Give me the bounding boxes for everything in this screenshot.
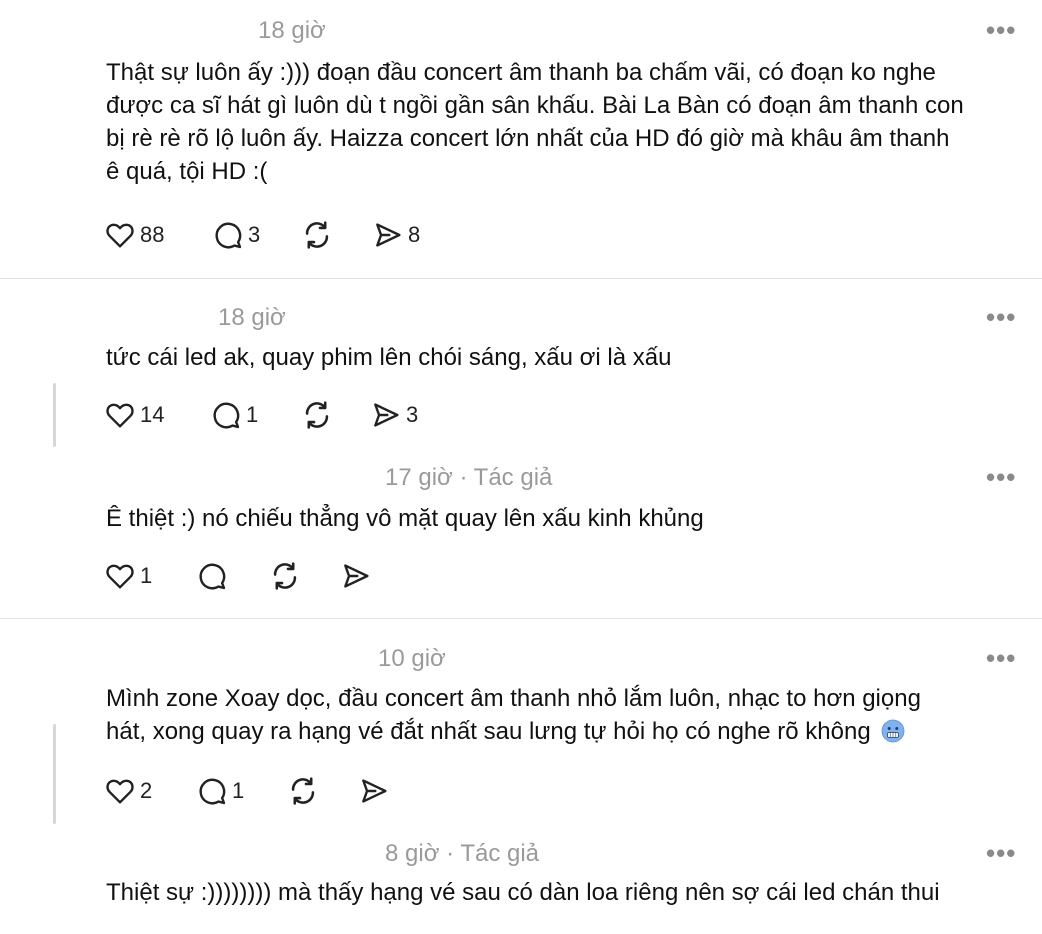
- repost-icon: [300, 218, 334, 252]
- share-button[interactable]: [358, 773, 390, 809]
- share-button[interactable]: 3: [370, 397, 418, 433]
- comment-text-segment: hát, xong quay ra hạng vé đắt nhất sau l…: [106, 718, 871, 745]
- repost-button[interactable]: [286, 773, 320, 809]
- comment-timestamp: 8 giờ · Tác giả: [385, 840, 540, 867]
- share-icon: [340, 560, 372, 592]
- comment-text-line: ê quá, tội HD :(: [106, 158, 268, 185]
- reply-count: 1: [246, 402, 259, 427]
- share-icon: [358, 775, 390, 807]
- reply-button[interactable]: 3: [212, 217, 260, 253]
- comment: 18 giờ ••• tức cái led ak, quay phim lên…: [0, 279, 1042, 449]
- comment: 8 giờ · Tác giả ••• Thiệt sự :)))))))) m…: [0, 830, 1042, 934]
- share-button[interactable]: [340, 558, 372, 594]
- more-options-button[interactable]: •••: [986, 17, 1016, 43]
- reply-button[interactable]: 1: [210, 397, 258, 433]
- like-button[interactable]: 1: [104, 558, 152, 594]
- heart-icon: [104, 219, 136, 251]
- like-count: 1: [140, 563, 153, 588]
- heart-icon: [104, 399, 136, 431]
- comment-text: Thật sự luôn ấy :))) đoạn đầu concert âm…: [106, 56, 964, 188]
- comment-icon: [210, 399, 242, 431]
- comment-text: Thiệt sự :)))))))) mà thấy hạng vé sau c…: [106, 876, 940, 909]
- comment-text: Ê thiệt :) nó chiếu thẳng vô mặt quay lê…: [106, 502, 704, 535]
- share-count: 8: [408, 222, 421, 247]
- comment-icon: [212, 219, 244, 251]
- reply-button[interactable]: 1: [196, 773, 244, 809]
- heart-icon: [104, 560, 136, 592]
- repost-button[interactable]: [268, 558, 302, 594]
- comment-icon: [196, 560, 228, 592]
- comment: 17 giờ · Tác giả ••• Ê thiệt :) nó chiếu…: [0, 450, 1042, 618]
- repost-button[interactable]: [300, 217, 334, 253]
- more-options-button[interactable]: •••: [986, 840, 1016, 866]
- action-bar: 1: [104, 558, 504, 594]
- comment: 10 giờ ••• Mình zone Xoay dọc, đầu conce…: [0, 619, 1042, 829]
- repost-button[interactable]: [300, 397, 334, 433]
- more-options-button[interactable]: •••: [986, 464, 1016, 490]
- comment-text-line: tức cái led ak, quay phim lên chói sáng,…: [106, 344, 672, 371]
- comment-text-line: Thiệt sự :)))))))) mà thấy hạng vé sau c…: [106, 879, 940, 906]
- comment-text-line: Ê thiệt :) nó chiếu thẳng vô mặt quay lê…: [106, 505, 704, 532]
- comment-text: Mình zone Xoay dọc, đầu concert âm thanh…: [106, 682, 921, 752]
- comment-text-line: hát, xong quay ra hạng vé đắt nhất sau l…: [106, 715, 921, 752]
- comment-timestamp: 18 giờ: [218, 304, 286, 331]
- like-button[interactable]: 14: [104, 397, 164, 433]
- comment-timestamp: 18 giờ: [258, 17, 326, 44]
- comment-text-line: Mình zone Xoay dọc, đầu concert âm thanh…: [106, 685, 921, 712]
- repost-icon: [286, 774, 320, 808]
- like-count: 2: [140, 778, 153, 803]
- comment-text-line: Thật sự luôn ấy :))) đoạn đầu concert âm…: [106, 59, 936, 86]
- comment-timestamp: 17 giờ · Tác giả: [385, 464, 553, 491]
- comment: 18 giờ ••• Thật sự luôn ấy :))) đoạn đầu…: [0, 0, 1042, 278]
- more-options-button[interactable]: •••: [986, 645, 1016, 671]
- action-bar: 2 1: [104, 773, 504, 809]
- share-button[interactable]: 8: [372, 217, 420, 253]
- more-options-button[interactable]: •••: [986, 304, 1016, 330]
- reply-count: 1: [232, 778, 245, 803]
- reply-button[interactable]: [196, 558, 228, 594]
- repost-icon: [300, 398, 334, 432]
- like-count: 14: [140, 402, 165, 427]
- comment-text-line: được ca sĩ hát gì luôn dù t ngồi gần sân…: [106, 92, 964, 119]
- cold-face-emoji: [881, 719, 905, 752]
- comment-text-line: bị rè rè rõ lộ luôn ấy. Haizza concert l…: [106, 125, 950, 152]
- share-icon: [370, 399, 402, 431]
- like-count: 88: [140, 222, 165, 247]
- comment-icon: [196, 775, 228, 807]
- like-button[interactable]: 88: [104, 217, 164, 253]
- like-button[interactable]: 2: [104, 773, 152, 809]
- reply-count: 3: [248, 222, 261, 247]
- heart-icon: [104, 775, 136, 807]
- comment-text: tức cái led ak, quay phim lên chói sáng,…: [106, 341, 671, 374]
- repost-icon: [268, 559, 302, 593]
- action-bar: 88 3 8: [104, 217, 504, 253]
- comment-timestamp: 10 giờ: [378, 645, 446, 672]
- share-count: 3: [406, 402, 419, 427]
- action-bar: 14 1 3: [104, 397, 504, 433]
- share-icon: [372, 219, 404, 251]
